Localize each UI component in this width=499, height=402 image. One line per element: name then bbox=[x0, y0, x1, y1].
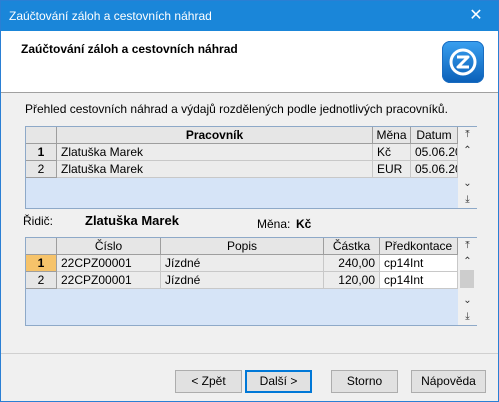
currency-cell[interactable]: Kč bbox=[373, 144, 411, 161]
workers-grid[interactable]: Pracovník Měna Datum 1 Zlatuška Marek Kč… bbox=[25, 126, 477, 209]
close-icon[interactable]: ✕ bbox=[454, 1, 498, 31]
amount-cell[interactable]: 120,00 bbox=[324, 272, 380, 289]
back-button[interactable]: < Zpět bbox=[175, 370, 242, 393]
worker-cell[interactable]: Zlatuška Marek bbox=[57, 144, 373, 161]
window-title: Zaúčtování záloh a cestovních náhrad bbox=[9, 9, 212, 23]
column-header-number[interactable]: Číslo bbox=[57, 238, 161, 255]
expenses-grid[interactable]: Číslo Popis Částka Předkontace 1 22CPZ00… bbox=[25, 237, 477, 326]
column-header-description[interactable]: Popis bbox=[161, 238, 324, 255]
row-number-header bbox=[26, 127, 57, 144]
column-header-amount[interactable]: Částka bbox=[324, 238, 380, 255]
scroll-up-icon[interactable]: ⌃ bbox=[458, 143, 477, 159]
column-header-precontact[interactable]: Předkontace bbox=[380, 238, 458, 255]
next-button[interactable]: Další > bbox=[245, 370, 312, 393]
page-title: Zaúčtování záloh a cestovních náhrad bbox=[21, 42, 238, 56]
separator bbox=[1, 353, 498, 354]
row-number[interactable]: 1 bbox=[26, 144, 57, 161]
vertical-scrollbar[interactable]: ⤒ ⌃ ⌄ ⤓ bbox=[458, 238, 477, 325]
scroll-down-icon[interactable]: ⌄ bbox=[458, 293, 477, 309]
scroll-down-icon[interactable]: ⌄ bbox=[458, 176, 477, 192]
scroll-top-icon[interactable]: ⤒ bbox=[458, 127, 477, 143]
scroll-bottom-icon[interactable]: ⤓ bbox=[458, 309, 477, 325]
cancel-button[interactable]: Storno bbox=[331, 370, 398, 393]
description-cell[interactable]: Jízdné bbox=[161, 272, 324, 289]
scrollbar-thumb[interactable] bbox=[460, 270, 474, 288]
column-header-currency[interactable]: Měna bbox=[373, 127, 411, 144]
title-bar: Zaúčtování záloh a cestovních náhrad ✕ bbox=[1, 1, 498, 31]
date-cell[interactable]: 05.06.2022 bbox=[411, 144, 458, 161]
row-number[interactable]: 1 bbox=[26, 255, 57, 272]
precontact-cell[interactable]: cp14Int bbox=[380, 255, 458, 272]
currency-value: Kč bbox=[296, 217, 312, 231]
wizard-header: Zaúčtování záloh a cestovních náhrad bbox=[1, 31, 498, 93]
vertical-scrollbar[interactable]: ⤒ ⌃ ⌄ ⤓ bbox=[458, 127, 477, 208]
app-logo-icon bbox=[442, 41, 484, 83]
date-cell[interactable]: 05.06.2022 bbox=[411, 161, 458, 178]
scroll-top-icon[interactable]: ⤒ bbox=[458, 238, 477, 254]
worker-cell[interactable]: Zlatuška Marek bbox=[57, 161, 373, 178]
driver-label: Řidič: bbox=[23, 214, 54, 228]
number-cell[interactable]: 22CPZ00001 bbox=[57, 255, 161, 272]
row-number[interactable]: 2 bbox=[26, 272, 57, 289]
description-cell[interactable]: Jízdné bbox=[161, 255, 324, 272]
column-header-date[interactable]: Datum bbox=[411, 127, 458, 144]
precontact-cell[interactable]: cp14Int bbox=[380, 272, 458, 289]
scroll-up-icon[interactable]: ⌃ bbox=[458, 254, 477, 270]
amount-cell[interactable]: 240,00 bbox=[324, 255, 380, 272]
column-header-worker[interactable]: Pracovník bbox=[57, 127, 373, 144]
dialog-window: Zaúčtování záloh a cestovních náhrad ✕ Z… bbox=[0, 0, 499, 402]
scroll-bottom-icon[interactable]: ⤓ bbox=[458, 192, 477, 208]
row-number[interactable]: 2 bbox=[26, 161, 57, 178]
currency-cell[interactable]: EUR bbox=[373, 161, 411, 178]
row-number-header bbox=[26, 238, 57, 255]
currency-label: Měna: bbox=[257, 217, 291, 231]
driver-name: Zlatuška Marek bbox=[85, 213, 179, 228]
number-cell[interactable]: 22CPZ00001 bbox=[57, 272, 161, 289]
help-button[interactable]: Nápověda bbox=[411, 370, 486, 393]
description-text: Přehled cestovních náhrad a výdajů rozdě… bbox=[25, 102, 448, 116]
